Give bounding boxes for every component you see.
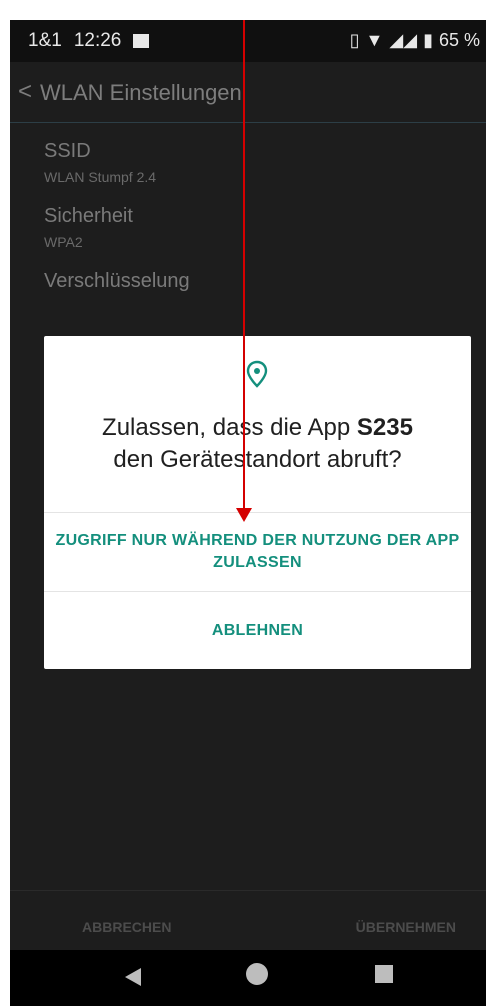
carrier-text: 1&1 [28,30,62,51]
app-name: S235 [356,414,413,441]
setting-label: Verschlüsselung [44,270,190,292]
annotation-arrow-line [243,20,245,508]
location-pin-icon [246,360,268,388]
divider [44,512,471,513]
setting-value: WLAN Stumpf 2.4 [44,169,157,185]
status-bar: 1&1 12:26 ▯ ▼ ◢◢ ▮ 65 % [10,20,486,62]
question-prefix: Zulassen, dass die App [102,414,357,441]
dialog-question: Zulassen, dass die App S235 den Gerätest… [44,412,471,476]
back-chevron-icon[interactable]: < [18,78,32,106]
battery-percent: 65 % [438,30,480,50]
question-suffix: den Gerätestandort abruft? [113,446,402,473]
setting-label: SSID [44,140,91,162]
vibrate-icon: ▯ [349,30,360,50]
nav-back-icon[interactable] [124,967,142,987]
setting-ssid[interactable]: SSID WLAN Stumpf 2.4 [44,140,190,185]
setting-security[interactable]: Sicherheit WPA2 [44,205,190,250]
cancel-button[interactable]: ABBRECHEN [82,919,171,935]
annotation-arrow-head-icon [236,508,252,522]
wifi-icon: ▼ [365,30,384,50]
signal-icon: ◢◢ [389,30,418,50]
bottom-action-bar: ABBRECHEN ÜBERNEHMEN [10,890,486,951]
location-permission-dialog: Zulassen, dass die App S235 den Gerätest… [44,336,471,669]
divider [44,591,471,592]
deny-button[interactable]: ABLEHNEN [44,622,471,640]
allow-while-using-button[interactable]: ZUGRIFF NUR WÄHREND DER NUTZUNG DER APP … [44,530,471,574]
navigation-bar [10,950,486,1006]
page-title: WLAN Einstellungen [40,80,242,105]
setting-value: WPA2 [44,234,83,250]
setting-label: Sicherheit [44,205,133,227]
apply-button[interactable]: ÜBERNEHMEN [356,919,456,935]
app-bar: < WLAN Einstellungen [10,62,486,123]
nav-home-icon[interactable] [246,963,268,985]
setting-encryption[interactable]: Verschlüsselung [44,270,190,293]
clock: 12:26 [73,30,122,51]
image-notification-icon [133,34,150,48]
nav-recents-icon[interactable] [375,965,393,983]
phone-screen: 1&1 12:26 ▯ ▼ ◢◢ ▮ 65 % < WLAN Einstellu… [10,20,486,1006]
settings-list: SSID WLAN Stumpf 2.4 Sicherheit WPA2 Ver… [44,140,190,313]
battery-icon: ▮ [423,30,433,50]
